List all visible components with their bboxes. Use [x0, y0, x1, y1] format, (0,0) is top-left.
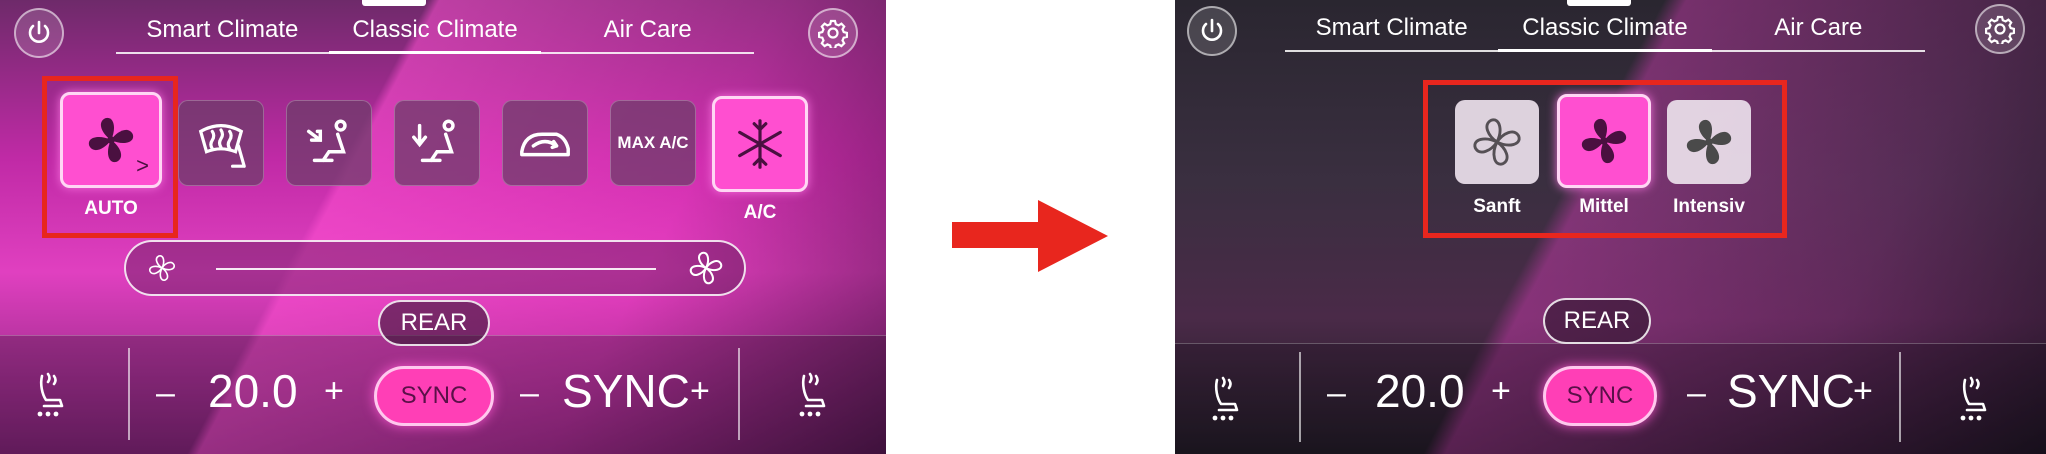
recirculation-icon [520, 132, 570, 157]
highlight-auto [42, 76, 178, 238]
climate-screen-after: Smart Climate Classic Climate Air Care S… [1175, 0, 2046, 454]
transition-arrow [952, 200, 1108, 272]
divider [1899, 352, 1901, 442]
tab-smart-climate[interactable]: Smart Climate [1285, 6, 1499, 52]
fan-speed-slider[interactable] [124, 240, 746, 296]
tab-classic-climate[interactable]: Classic Climate [1498, 6, 1712, 52]
snowflake-icon [738, 119, 782, 169]
recirculation-button[interactable] [502, 100, 588, 186]
power-button[interactable] [1187, 6, 1237, 56]
temp-minus-button[interactable]: – [1327, 374, 1346, 413]
divider [738, 348, 740, 440]
power-icon [1197, 16, 1227, 46]
bottom-bar: REAR – 20.0 + SYNC – SYNC + [1175, 298, 2046, 454]
sync-plus-button[interactable]: + [1853, 372, 1873, 411]
bottom-bar: REAR – 20.0 + SYNC – SYNC + [0, 300, 886, 454]
power-icon [24, 18, 54, 48]
divider [1299, 352, 1301, 442]
temp-plus-button[interactable]: + [324, 372, 344, 411]
temp-plus-button[interactable]: + [1491, 372, 1511, 411]
tab-smart-climate[interactable]: Smart Climate [116, 8, 329, 54]
tab-classic-climate[interactable]: Classic Climate [328, 8, 542, 54]
active-tab-marker [1567, 0, 1631, 6]
vent-lower-icon [412, 119, 455, 163]
max-ac-label: MAX A/C [617, 133, 689, 152]
windshield-heat-icon [198, 124, 246, 168]
ac-button[interactable] [712, 96, 808, 192]
seat-heat-icon[interactable] [792, 370, 832, 420]
temperature-value: 20.0 [1375, 365, 1465, 417]
seat-heat-icon[interactable] [1953, 374, 1993, 424]
climate-tabs: Smart Climate Classic Climate Air Care [116, 8, 755, 54]
divider [128, 348, 130, 440]
active-tab-marker [362, 0, 426, 6]
tab-air-care[interactable]: Air Care [541, 8, 755, 54]
passenger-sync-value: SYNC [1727, 365, 1855, 417]
sync-plus-button[interactable]: + [690, 372, 710, 411]
seat-heat-icon[interactable] [1205, 374, 1245, 424]
vent-upper-icon [306, 119, 347, 163]
climate-screen-before: Smart Climate Classic Climate Air Care >… [0, 0, 886, 454]
power-button[interactable] [14, 8, 64, 58]
sync-button[interactable]: SYNC [374, 366, 494, 426]
seat-heat-icon[interactable] [30, 370, 70, 420]
climate-tabs: Smart Climate Classic Climate Air Care [1285, 6, 1925, 52]
rear-button[interactable]: REAR [378, 300, 490, 346]
max-ac-button[interactable]: MAX A/C [610, 100, 696, 186]
fan-high-icon [686, 248, 726, 288]
ac-label: A/C [743, 202, 777, 223]
slider-track[interactable] [216, 268, 656, 270]
tab-air-care[interactable]: Air Care [1711, 6, 1925, 52]
vent-upper-button[interactable] [286, 100, 372, 186]
passenger-sync-value: SYNC [562, 365, 690, 417]
sync-minus-button[interactable]: – [1687, 374, 1706, 413]
sync-button[interactable]: SYNC [1543, 366, 1657, 426]
temperature-value: 20.0 [208, 365, 298, 417]
settings-button[interactable] [1975, 4, 2025, 54]
gear-icon [1985, 14, 2015, 44]
gear-icon [818, 18, 848, 48]
temp-minus-button[interactable]: – [156, 374, 175, 413]
vent-lower-button[interactable] [394, 100, 480, 186]
windshield-heat-button[interactable] [178, 100, 264, 186]
sync-minus-button[interactable]: – [520, 374, 539, 413]
fan-low-icon [146, 252, 178, 284]
rear-button[interactable]: REAR [1543, 298, 1651, 344]
highlight-fan-options [1423, 80, 1787, 238]
settings-button[interactable] [808, 8, 858, 58]
